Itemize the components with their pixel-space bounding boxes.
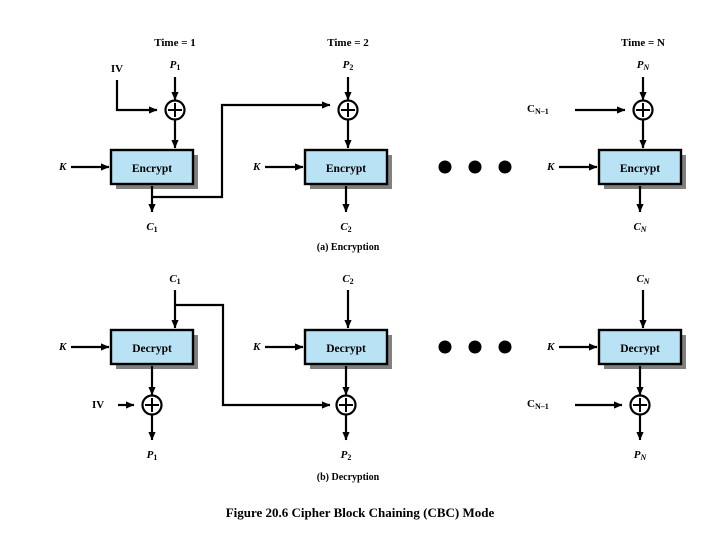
cbc-mode-figure: Encrypt Encrypt Encrypt Decrypt Decrypt … [0, 0, 720, 557]
ciphertext-output-label-2: C2 [340, 221, 352, 234]
encrypt-block-n-group: Encrypt [559, 77, 686, 213]
decrypt-box-n-label: Decrypt [620, 343, 660, 355]
decrypt-block-2-group: Decrypt [265, 290, 392, 441]
decrypt-ellipsis [438, 340, 512, 354]
encrypt-box-n-label: Encrypt [620, 163, 660, 175]
decrypt-block-n-group: Decrypt [559, 290, 686, 441]
ciphertext-input-label-2-dec: C2 [342, 273, 354, 286]
figure-caption: Figure 20.6 Cipher Block Chaining (CBC) … [225, 505, 495, 520]
decrypt-box-1-label: Decrypt [132, 343, 172, 355]
cn-1-feed-label-enc: CN–1 [527, 103, 549, 116]
iv-label-dec: IV [92, 399, 105, 411]
time-label-2: Time = 2 [327, 37, 369, 49]
xor-gate-dec-n [629, 394, 651, 416]
xor-gate-dec-2 [335, 394, 357, 416]
key-label-enc-n: K [547, 161, 555, 173]
key-label-dec-n: K [547, 341, 555, 353]
plaintext-output-label-n-dec: PN [633, 449, 647, 462]
time-label-1: Time = 1 [154, 37, 196, 49]
xor-gate-enc-2 [337, 99, 359, 121]
plaintext-input-label-n: PN [636, 59, 650, 72]
plaintext-input-label-1: P1 [169, 59, 181, 72]
ciphertext-input-label-n-dec: CN [636, 273, 650, 286]
decrypt-block-1-group: Decrypt [71, 290, 331, 441]
section-label-encryption: (a) Encryption [316, 242, 380, 253]
encrypt-block-2-group: Encrypt [265, 77, 392, 213]
cn-1-feed-label-dec: CN–1 [527, 398, 549, 411]
decryption-section: Decrypt Decrypt Decrypt [71, 290, 686, 441]
key-label-enc-1: K [59, 161, 67, 173]
key-label-enc-2: K [253, 161, 261, 173]
encrypt-box-2-label: Encrypt [326, 163, 366, 175]
encrypt-block-1-group: Encrypt [71, 77, 331, 213]
iv-label-enc: IV [110, 63, 124, 75]
decrypt-box-2-label: Decrypt [326, 343, 366, 355]
xor-gate-enc-n [632, 99, 654, 121]
time-label-n: Time = N [621, 37, 665, 49]
iv-feed-line-enc [115, 80, 158, 114]
ciphertext-output-label-n: CN [633, 221, 647, 234]
plaintext-output-label-1-dec: P1 [146, 449, 158, 462]
xor-gate-dec-1 [141, 394, 163, 416]
section-label-decryption: (b) Decryption [316, 472, 380, 483]
ciphertext-input-label-1-dec: C1 [169, 273, 181, 286]
encrypt-ellipsis [438, 160, 512, 174]
key-label-dec-1: K [59, 341, 67, 353]
encryption-section: Encrypt Encrypt Encrypt [71, 77, 686, 213]
ciphertext-output-label-1: C1 [146, 221, 158, 234]
xor-gate-enc-1 [164, 99, 186, 121]
plaintext-input-label-2: P2 [342, 59, 354, 72]
key-label-dec-2: K [253, 341, 261, 353]
encrypt-box-1-label: Encrypt [132, 163, 172, 175]
plaintext-output-label-2-dec: P2 [340, 449, 352, 462]
